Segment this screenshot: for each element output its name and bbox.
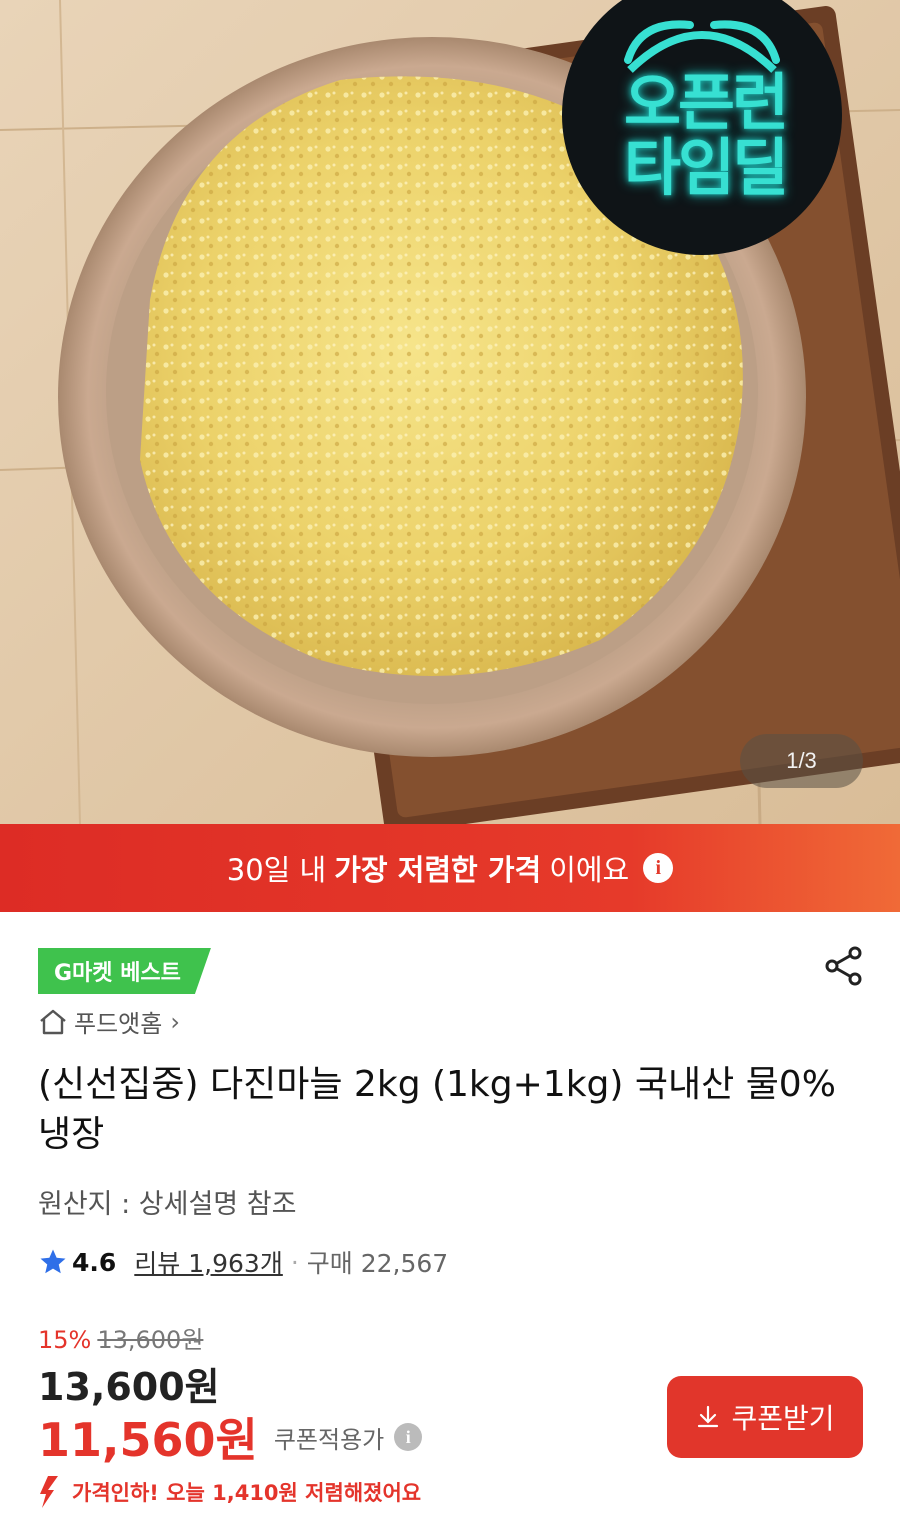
image-counter: 1/3 xyxy=(740,734,863,788)
coupon-price: 11,560원 xyxy=(38,1413,258,1467)
get-coupon-button[interactable]: 쿠폰받기 xyxy=(667,1376,863,1458)
badge-line-2: 타임딜 xyxy=(623,131,789,205)
share-icon[interactable] xyxy=(822,944,866,988)
sale-price: 13,600원 xyxy=(38,1365,220,1409)
rating-row: 4.6 리뷰 1,963개 · 구매 22,567 xyxy=(38,1244,448,1280)
store-link[interactable]: 푸드앳홈 › xyxy=(38,1004,180,1039)
coupon-price-label: 쿠폰적용가 xyxy=(273,1425,385,1454)
info-icon[interactable]: i xyxy=(394,1423,423,1451)
store-name: 푸드앳홈 xyxy=(74,1010,163,1038)
rating-score: 4.6 xyxy=(72,1247,117,1277)
purchase-count: 구매 22,567 xyxy=(306,1249,449,1278)
product-title: (신선집중) 다진마늘 2kg (1kg+1kg) 국내산 물0% 냉장 xyxy=(38,1064,836,1155)
original-price: 13,600원 xyxy=(97,1326,204,1354)
origin-info: 원산지 : 상세설명 참조 xyxy=(38,1189,297,1220)
chevron-right-icon: › xyxy=(170,1007,180,1036)
badge-line-1: 오픈런 xyxy=(623,66,789,139)
product-image[interactable]: 오픈런 타임딜 1/3 xyxy=(0,0,900,824)
star-icon xyxy=(40,1249,66,1274)
review-link[interactable]: 리뷰 1,963개 xyxy=(134,1244,283,1280)
download-icon xyxy=(698,1405,719,1428)
banner-emph: 가장 저렴한 가격 xyxy=(334,853,542,887)
price-drop-text: 가격인하! 오늘 1,410원 저렴해졌어요 xyxy=(72,1481,422,1505)
home-icon xyxy=(40,1009,66,1034)
separator-dot: · xyxy=(290,1247,299,1277)
info-icon[interactable]: i xyxy=(643,853,674,883)
coupon-button-label: 쿠폰받기 xyxy=(731,1402,835,1435)
best-badge: G마켓 베스트 xyxy=(38,948,211,994)
discount-row: 15% 13,600원 xyxy=(38,1320,203,1355)
price-drop-notice: 가격인하! 오늘 1,410원 저렴해졌어요 xyxy=(36,1474,421,1510)
timedeal-badge: 오픈런 타임딜 xyxy=(590,70,820,200)
down-arrow-icon xyxy=(40,1476,58,1508)
discount-rate: 15% xyxy=(38,1326,92,1354)
lowest-price-banner[interactable]: 30일 내 가장 저렴한 가격 이에요 i xyxy=(0,824,900,912)
banner-suffix: 이에요 xyxy=(549,853,630,887)
banner-prefix: 30일 내 xyxy=(226,853,327,887)
coupon-price-row: 11,560원 쿠폰적용가 i xyxy=(38,1404,423,1470)
